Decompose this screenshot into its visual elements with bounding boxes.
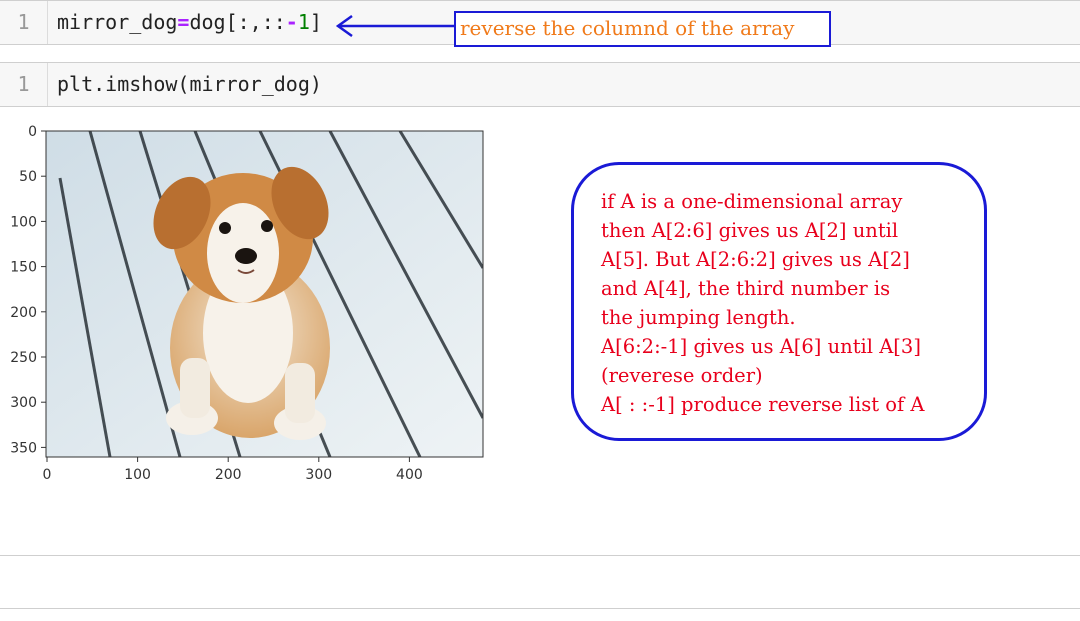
y-tick-label: 200 bbox=[10, 305, 37, 321]
code-token: ] bbox=[309, 10, 322, 34]
annotation-line: then A[2:6] gives us A[2] until bbox=[601, 219, 899, 242]
annotation-line: the jumping length. bbox=[601, 306, 796, 329]
x-tick-label: 300 bbox=[305, 467, 332, 483]
annotation-line: A[6:2:-1] gives us A[6] until A[3] bbox=[601, 335, 921, 358]
y-tick-label: 100 bbox=[10, 214, 37, 230]
annotation-reverse-columns: reverse the columnd of the array bbox=[454, 11, 831, 47]
code-token: = bbox=[177, 10, 190, 34]
annotation-line: A[5]. But A[2:6:2] gives us A[2] bbox=[601, 248, 910, 271]
annotation-line: and A[4], the third number is bbox=[601, 277, 891, 300]
code-cell-2[interactable]: 1 plt.imshow(mirror_dog) bbox=[0, 62, 1080, 107]
code-token: 1 bbox=[297, 10, 310, 34]
annotation-line: (reverese order) bbox=[601, 364, 763, 387]
annotation-line: A[ : :-1] produce reverse list of A bbox=[601, 393, 925, 416]
y-tick-label: 250 bbox=[10, 350, 37, 366]
empty-code-cell[interactable] bbox=[0, 555, 1080, 609]
code-token: - bbox=[285, 10, 298, 34]
code-line[interactable]: mirror_dog=dog[:,::-1] bbox=[57, 1, 322, 43]
code-token: dog[:,:: bbox=[189, 10, 286, 34]
y-tick-label: 0 bbox=[28, 124, 37, 140]
y-tick-label: 150 bbox=[10, 260, 37, 276]
code-line[interactable]: plt.imshow(mirror_dog) bbox=[57, 63, 322, 105]
y-tick-label: 50 bbox=[19, 169, 37, 185]
y-tick-label: 350 bbox=[10, 440, 37, 456]
x-tick-label: 400 bbox=[396, 467, 423, 483]
line-number: 1 bbox=[0, 1, 48, 44]
left-arrow-icon bbox=[335, 14, 454, 38]
annotation-line: if A is a one-dimensional array bbox=[601, 190, 903, 213]
imshow-output: 0 50 100 150 200 250 300 350 0 100 200 300 400 bbox=[10, 124, 484, 483]
x-tick-label: 100 bbox=[124, 467, 151, 483]
y-axis: 0 50 100 150 200 250 300 350 bbox=[10, 124, 46, 456]
x-tick-label: 200 bbox=[215, 467, 242, 483]
y-tick-label: 300 bbox=[10, 395, 37, 411]
x-axis: 0 100 200 300 400 bbox=[43, 457, 423, 483]
x-tick-label: 0 bbox=[43, 467, 52, 483]
line-number: 1 bbox=[0, 63, 48, 106]
code-token: mirror_dog bbox=[57, 10, 178, 34]
puppy-photo bbox=[46, 131, 483, 457]
annotation-slicing-explanation: if A is a one-dimensional array then A[2:… bbox=[571, 162, 987, 441]
